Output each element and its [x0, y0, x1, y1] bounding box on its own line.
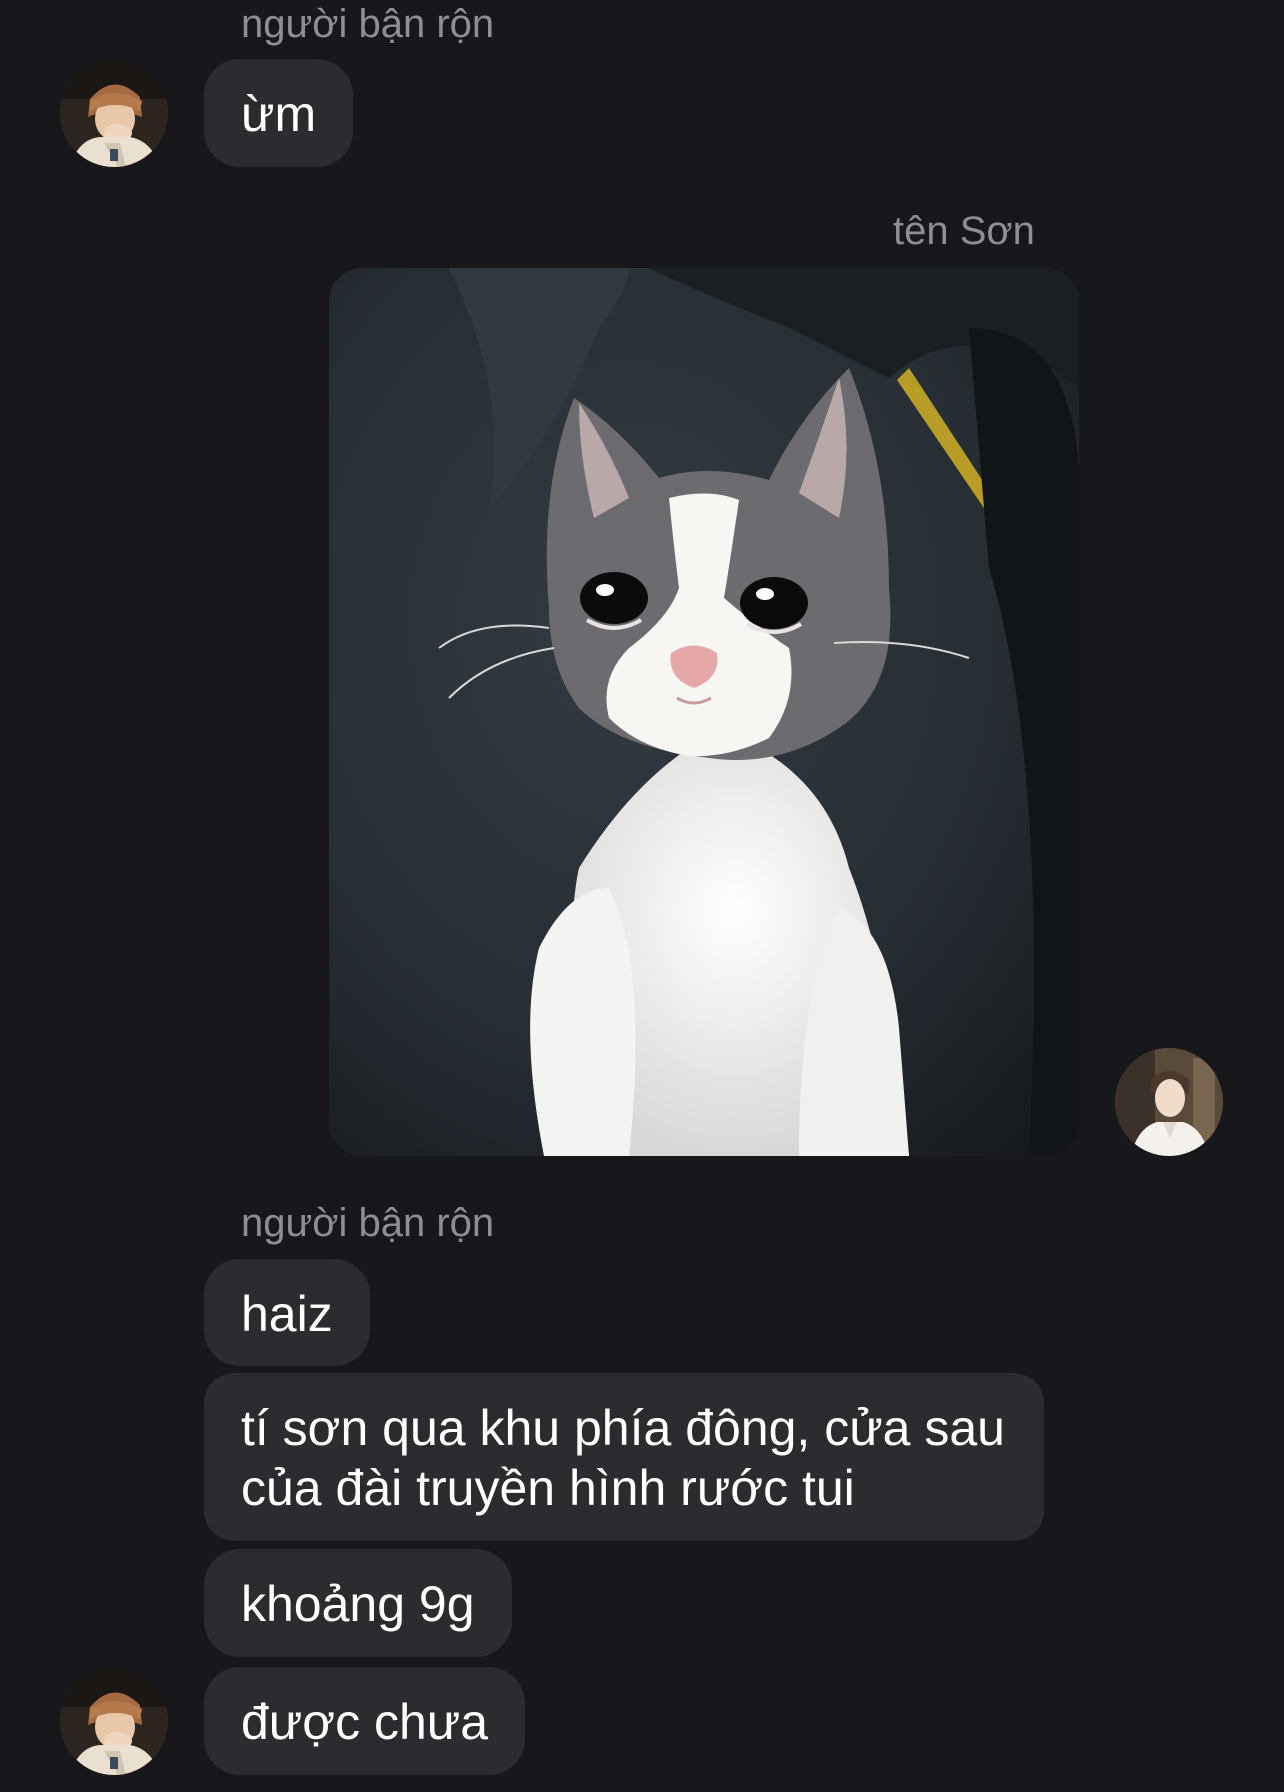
person-white-shirt-icon — [1115, 1048, 1223, 1156]
message-text: ừm — [241, 86, 317, 142]
message-text: tí sơn qua khu phía đông, cửa sau của đà… — [241, 1400, 1005, 1516]
message-bubble[interactable]: tí sơn qua khu phía đông, cửa sau của đà… — [204, 1373, 1044, 1541]
sender-name: người bận rộn — [241, 1201, 495, 1245]
message-text: được chưa — [241, 1694, 489, 1750]
person-covering-face-icon — [60, 59, 168, 167]
avatar-icon[interactable] — [1115, 1048, 1223, 1156]
crying-cat-image-icon — [329, 268, 1079, 1156]
avatar-icon[interactable] — [60, 1667, 168, 1775]
message-bubble[interactable]: ừm — [204, 59, 354, 167]
sender-name: người bận rộn — [241, 2, 495, 46]
message-text: haiz — [241, 1286, 333, 1342]
chat-screen: người bận rộn ừm tên Sơn người bận rộn h… — [0, 0, 1284, 1792]
avatar-icon[interactable] — [60, 59, 168, 167]
crying-cat-photo[interactable] — [329, 268, 1079, 1156]
person-covering-face-icon — [60, 1667, 168, 1775]
message-text: khoảng 9g — [241, 1576, 475, 1632]
message-bubble[interactable]: được chưa — [204, 1667, 526, 1775]
message-bubble[interactable]: khoảng 9g — [204, 1549, 512, 1657]
message-bubble[interactable]: haiz — [204, 1259, 370, 1366]
sender-name: tên Sơn — [893, 209, 1035, 253]
